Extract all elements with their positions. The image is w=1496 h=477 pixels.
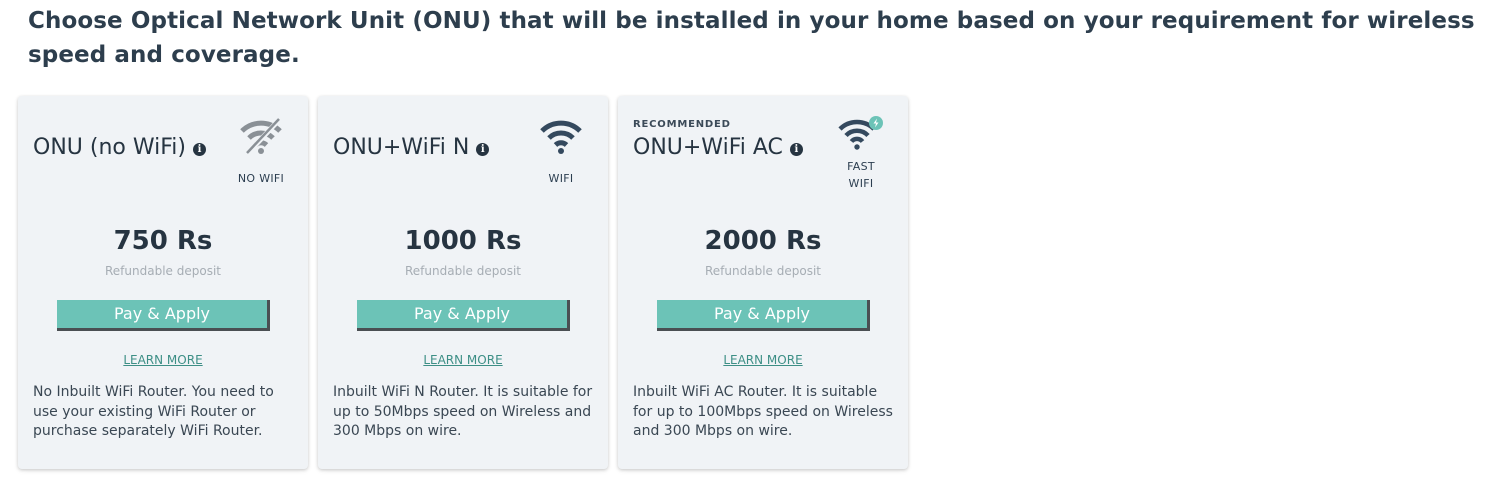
wifi-label: WIFI [548,172,574,185]
pay-apply-button[interactable]: Pay & Apply [357,300,570,331]
info-icon[interactable]: i [192,143,206,156]
onu-card-wifi-n: ONU+WiFi N i WIFI 1000 Rs Refundable dep… [318,96,608,469]
learn-more-link[interactable]: LEARN MORE [318,353,608,367]
pay-apply-button[interactable]: Pay & Apply [657,300,870,331]
wifi-indicator: NO WIFI [226,116,296,187]
price: 2000 Rs [704,226,822,256]
price: 1000 Rs [404,226,522,256]
card-description: Inbuilt WiFi N Router. It is suitable fo… [333,384,593,439]
card-title: ONU+WiFi AC i [633,135,803,160]
fast-wifi-icon [838,116,883,150]
deposit-label: Refundable deposit [105,264,221,278]
price: 750 Rs [113,226,213,256]
wifi-indicator: WIFI [526,116,596,187]
learn-more-link[interactable]: LEARN MORE [618,353,908,367]
learn-more-link[interactable]: LEARN MORE [18,353,308,367]
no-wifi-icon [240,117,282,156]
card-title-text: ONU (no WiFi) [33,135,186,160]
recommended-badge: RECOMMENDED [633,119,731,130]
onu-options: ONU (no WiFi) i NO WIFI 750 Rs Refundabl… [18,96,908,469]
card-description: Inbuilt WiFi AC Router. It is suitable f… [633,384,893,439]
deposit-label: Refundable deposit [405,264,521,278]
wifi-label: FAST WIFI [847,160,875,190]
pay-apply-button[interactable]: Pay & Apply [57,300,270,331]
card-title: ONU+WiFi N i [333,135,490,160]
wifi-icon [540,120,582,154]
onu-card-no-wifi: ONU (no WiFi) i NO WIFI 750 Rs Refundabl… [18,96,308,469]
card-title-text: ONU+WiFi N [333,135,470,160]
card-title-text: ONU+WiFi AC [633,135,783,160]
page-heading: Choose Optical Network Unit (ONU) that w… [28,8,1475,68]
wifi-indicator: FAST WIFI [826,116,896,192]
onu-card-wifi-ac: RECOMMENDED ONU+WiFi AC i FAST WIFI 2000… [618,96,908,469]
wifi-label: NO WIFI [237,172,285,185]
card-title: ONU (no WiFi) i [33,135,206,160]
info-icon[interactable]: i [789,143,803,156]
info-icon[interactable]: i [476,143,490,156]
card-description: No Inbuilt WiFi Router. You need to use … [33,384,274,439]
deposit-label: Refundable deposit [705,264,821,278]
